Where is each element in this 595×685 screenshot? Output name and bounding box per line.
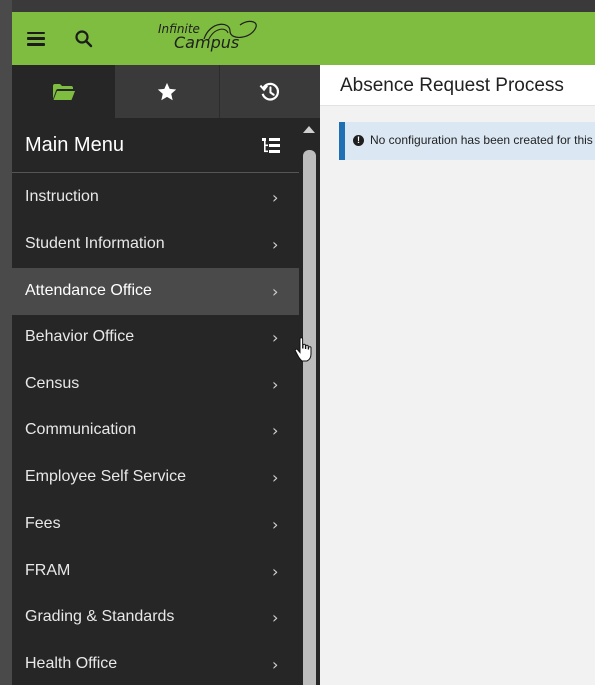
chevron-right-icon: › — [272, 608, 279, 627]
info-alert: ! No configuration has been created for … — [339, 122, 595, 160]
sidebar-tabs — [12, 65, 320, 118]
page-title: Absence Request Process — [340, 75, 564, 96]
chevron-right-icon: › — [272, 655, 279, 674]
sidebar: Main Menu Instruction › Student Informat… — [12, 65, 320, 685]
page-header: Absence Request Process — [320, 65, 595, 106]
tab-favorites[interactable] — [115, 65, 219, 118]
top-bar: Infinite Campus — [12, 12, 595, 65]
chevron-right-icon: › — [272, 515, 279, 534]
exclamation-circle-icon: ! — [353, 135, 364, 146]
tree-view-icon[interactable] — [261, 137, 281, 155]
menu-item-attendance-office[interactable]: Attendance Office › — [12, 268, 299, 315]
alert-message: No configuration has been created for th… — [370, 133, 595, 147]
menu-item-behavior-office[interactable]: Behavior Office › — [12, 314, 299, 361]
menu-item-census[interactable]: Census › — [12, 361, 299, 408]
menu-item-label: Census — [25, 375, 80, 392]
hamburger-icon — [27, 31, 45, 46]
chevron-right-icon: › — [272, 282, 279, 301]
chevron-right-icon: › — [272, 375, 279, 394]
menu-item-label: FRAM — [25, 562, 71, 579]
window-frame-top — [0, 0, 595, 12]
chevron-right-icon: › — [272, 562, 279, 581]
menu-item-health-office[interactable]: Health Office › — [12, 641, 299, 685]
menu-item-employee-self-service[interactable]: Employee Self Service › — [12, 454, 299, 501]
menu-item-communication[interactable]: Communication › — [12, 407, 299, 454]
menu-item-grading-standards[interactable]: Grading & Standards › — [12, 594, 299, 641]
menu-item-label: Attendance Office — [25, 282, 152, 299]
main-menu-header: Main Menu — [12, 118, 299, 173]
chevron-right-icon: › — [272, 188, 279, 207]
main-content: Absence Request Process ! No configurati… — [320, 65, 595, 685]
menu-item-label: Communication — [25, 421, 137, 438]
infinite-campus-logo[interactable]: Infinite Campus — [158, 19, 268, 59]
chevron-right-icon: › — [272, 468, 279, 487]
menu-item-label: Instruction — [25, 188, 99, 205]
menu-item-instruction[interactable]: Instruction › — [12, 174, 299, 221]
chevron-right-icon: › — [272, 421, 279, 440]
menu-item-label: Student Information — [25, 235, 165, 252]
menu-item-label: Fees — [25, 515, 61, 532]
search-icon — [75, 29, 93, 47]
search-button[interactable] — [60, 12, 108, 65]
star-icon — [157, 82, 177, 100]
scrollbar-thumb[interactable] — [303, 150, 316, 685]
menu-item-label: Employee Self Service — [25, 468, 186, 485]
menu-item-label: Behavior Office — [25, 328, 135, 345]
sidebar-scrollbar[interactable] — [299, 118, 320, 685]
history-icon — [259, 82, 280, 101]
chevron-right-icon: › — [272, 235, 279, 254]
logo-swoosh-icon — [203, 20, 257, 42]
tab-recent-history[interactable] — [219, 65, 320, 118]
menu-item-student-information[interactable]: Student Information › — [12, 221, 299, 268]
menu-toggle-button[interactable] — [12, 12, 60, 65]
folder-open-icon — [52, 83, 75, 100]
window-frame-left — [0, 0, 12, 685]
menu-item-fram[interactable]: FRAM › — [12, 548, 299, 595]
menu-item-fees[interactable]: Fees › — [12, 501, 299, 548]
app-window: Infinite Campus Main Menu Instruction › … — [0, 0, 595, 685]
hand-pointer-cursor-icon — [294, 337, 312, 362]
main-menu-title: Main Menu — [25, 134, 124, 156]
scroll-up-arrow-icon[interactable] — [303, 126, 315, 133]
tab-main-menu[interactable] — [12, 65, 115, 118]
menu-item-label: Grading & Standards — [25, 608, 175, 625]
chevron-right-icon: › — [272, 328, 279, 347]
menu-item-label: Health Office — [25, 655, 118, 672]
